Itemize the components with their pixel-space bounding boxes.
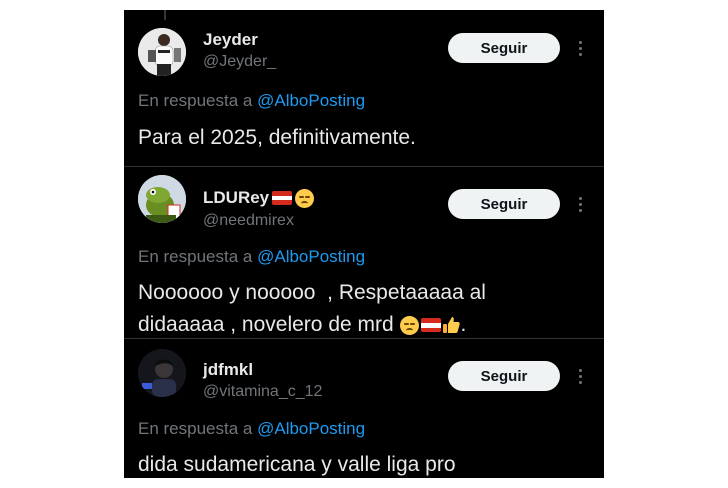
user-handle[interactable]: @Jeyder_ (203, 53, 276, 71)
reply-tweet[interactable]: Jeyder @Jeyder_ Seguir En respuesta a @A… (124, 10, 604, 167)
thumbs-up-icon (442, 317, 460, 334)
display-name[interactable]: Jeyder (203, 30, 258, 50)
reply-mention-link[interactable]: @AlboPosting (257, 91, 365, 110)
tweet-text-end: . (460, 313, 467, 336)
tweet-text: dida sudamericana y valle liga pro (138, 449, 588, 478)
reply-context: En respuesta a @AlboPosting (138, 247, 365, 267)
avatar[interactable] (138, 28, 186, 76)
reply-mention-link[interactable]: @AlboPosting (257, 419, 365, 438)
reply-prefix: En respuesta a (138, 91, 253, 110)
flag-icon (272, 191, 293, 205)
follow-button[interactable]: Seguir (448, 33, 560, 63)
tweet-text: Para el 2025, definitivamente. (138, 122, 588, 154)
tweet-text-line: dida sudamericana y valle liga pro (138, 453, 456, 476)
thread-line (164, 10, 166, 20)
reply-tweet[interactable]: LDURey @needmirex Seguir En respuesta a … (124, 167, 604, 339)
relieved-face-icon (399, 315, 419, 335)
reply-prefix: En respuesta a (138, 419, 253, 438)
reply-context: En respuesta a @AlboPosting (138, 91, 365, 111)
flag-icon (420, 318, 441, 333)
follow-button[interactable]: Seguir (448, 361, 560, 391)
relieved-face-icon (295, 188, 315, 208)
avatar[interactable] (138, 349, 186, 397)
display-name-text: Jeyder (203, 30, 258, 49)
display-name-text: LDURey (203, 188, 270, 207)
more-options-icon[interactable] (572, 366, 588, 386)
replies-panel: Jeyder @Jeyder_ Seguir En respuesta a @A… (124, 10, 604, 478)
user-handle[interactable]: @vitamina_c_12 (203, 383, 322, 401)
reply-context: En respuesta a @AlboPosting (138, 419, 365, 439)
tweet-text-line: Para el 2025, definitivamente. (138, 126, 416, 149)
display-name-text: jdfmkl (203, 360, 254, 379)
avatar-player-image (138, 28, 186, 76)
follow-button[interactable]: Seguir (448, 189, 560, 219)
reply-mention-link[interactable]: @AlboPosting (257, 247, 365, 266)
tweet-text-line-with-emojis: didaaaaa , novelero de mrd . (138, 309, 588, 341)
more-options-icon[interactable] (572, 38, 588, 58)
avatar-person-image (138, 349, 186, 397)
user-handle[interactable]: @needmirex (203, 212, 294, 230)
tweet-text: Noooooo y nooooo , Respetaaaaa al didaaa… (138, 277, 588, 341)
reply-prefix: En respuesta a (138, 247, 253, 266)
display-name[interactable]: jdfmkl (203, 360, 253, 380)
reply-tweet[interactable]: jdfmkl @vitamina_c_12 Seguir En respuest… (124, 339, 604, 478)
tweet-text-line: Noooooo y nooooo , Respetaaaaa al (138, 281, 486, 304)
more-options-icon[interactable] (572, 194, 588, 214)
avatar[interactable] (138, 175, 186, 223)
avatar-cartoon-image (138, 175, 186, 223)
display-name[interactable]: LDURey (203, 188, 315, 208)
tweet-text-line: didaaaaa , novelero de mrd (138, 313, 394, 336)
